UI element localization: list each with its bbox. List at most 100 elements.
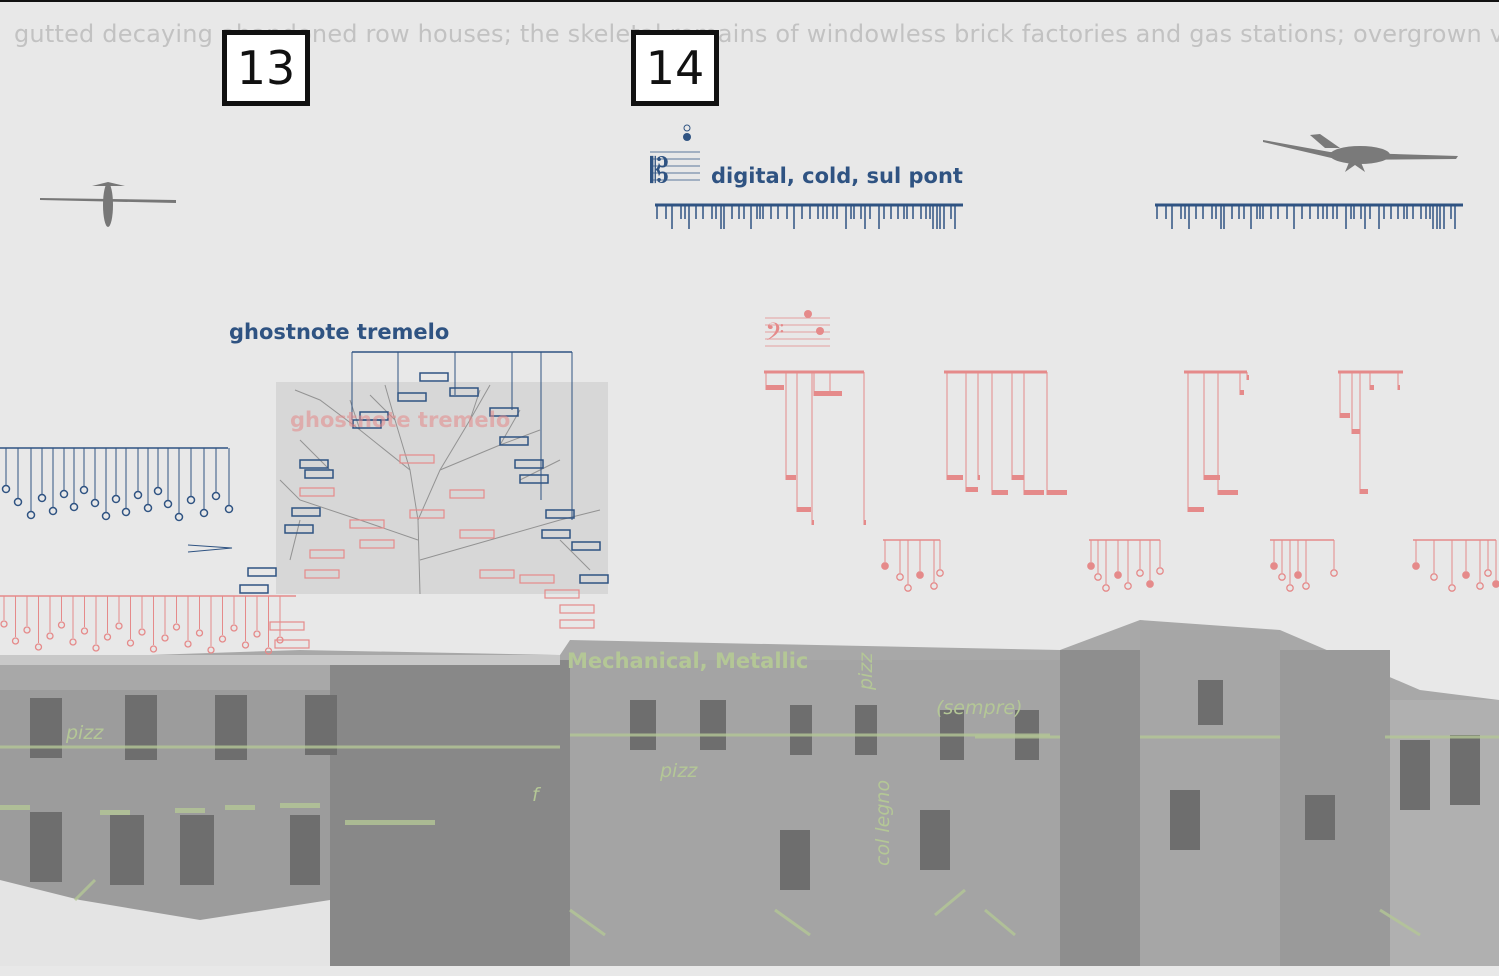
notehead xyxy=(1412,562,1420,570)
notehead xyxy=(115,622,123,630)
green-mark xyxy=(225,805,255,810)
notehead xyxy=(1302,582,1310,590)
notehead xyxy=(881,562,889,570)
pizz-marking: pizz xyxy=(660,760,698,782)
bar-mark xyxy=(1240,390,1244,395)
notehead xyxy=(1114,571,1122,579)
notehead xyxy=(218,635,227,643)
tremolo-box xyxy=(545,509,575,519)
notehead xyxy=(174,512,184,522)
notehead xyxy=(143,503,153,513)
ghost-box xyxy=(559,619,595,629)
notehead xyxy=(1094,573,1102,581)
green-stroke xyxy=(73,878,97,902)
tremolo-box xyxy=(571,541,601,551)
tremolo-box xyxy=(579,574,609,584)
notehead xyxy=(1476,582,1484,590)
notehead xyxy=(23,626,31,634)
green-stroke xyxy=(774,908,811,937)
tremolo-box xyxy=(499,436,529,446)
notehead xyxy=(149,645,158,653)
notehead xyxy=(1430,573,1438,581)
decrescendo-hairpin xyxy=(187,544,233,553)
notehead xyxy=(26,510,36,520)
ghost-box xyxy=(399,454,435,464)
green-stroke xyxy=(569,908,606,937)
notehead xyxy=(896,573,904,581)
notehead xyxy=(0,620,8,628)
notehead xyxy=(59,489,69,499)
notehead xyxy=(46,632,54,640)
notehead xyxy=(1136,569,1144,577)
bar-mark xyxy=(978,475,980,480)
notehead xyxy=(1270,562,1278,570)
tremolo-box xyxy=(397,392,427,402)
bar-mark xyxy=(947,475,963,480)
bass-clef-icon: 𝄢 xyxy=(765,318,784,353)
bar-mark xyxy=(1398,385,1400,390)
notehead xyxy=(11,637,20,645)
notehead xyxy=(1,484,11,494)
tremolo-box xyxy=(304,469,334,479)
notehead xyxy=(241,641,250,649)
notehead xyxy=(1146,580,1154,588)
tremolo-box xyxy=(299,459,329,469)
green-stroke xyxy=(984,908,1016,937)
performance-note-mechanical: Mechanical, Metallic xyxy=(567,649,809,673)
notehead xyxy=(1484,569,1492,577)
dynamic-marking: f xyxy=(532,784,539,806)
performance-note-viola: digital, cold, sul pont xyxy=(711,164,963,188)
performance-note-sempre: (sempre) xyxy=(936,697,1023,719)
notehead xyxy=(1448,584,1456,592)
green-mark xyxy=(175,808,205,813)
tremolo-box xyxy=(514,459,544,469)
bar-mark xyxy=(1188,507,1204,512)
notehead xyxy=(126,639,135,647)
alto-clef-icon: 𝄡 xyxy=(650,151,669,191)
ghost-box xyxy=(459,529,495,539)
ghost-box xyxy=(449,489,485,499)
green-mark xyxy=(100,810,130,815)
ghost-box xyxy=(299,487,335,497)
bar-mark xyxy=(766,385,784,390)
tremolo-box xyxy=(519,474,549,484)
notehead xyxy=(138,628,146,636)
notehead xyxy=(1124,582,1132,590)
notehead xyxy=(253,630,261,638)
notehead xyxy=(37,493,47,503)
green-stroke xyxy=(934,888,966,917)
ghost-box xyxy=(349,519,385,529)
notehead xyxy=(199,508,209,518)
notehead xyxy=(103,633,112,641)
notehead xyxy=(930,582,938,590)
notehead xyxy=(111,494,121,504)
notehead xyxy=(101,511,111,521)
bar-mark xyxy=(992,490,1008,495)
bar-mark xyxy=(812,520,814,525)
tremolo-box xyxy=(284,524,314,534)
notehead xyxy=(936,569,944,577)
tremolo-box xyxy=(291,507,321,517)
notehead xyxy=(1286,584,1294,592)
notehead xyxy=(816,327,824,335)
notehead xyxy=(121,507,131,517)
ghost-box xyxy=(559,604,595,614)
bar-mark xyxy=(786,475,796,480)
notehead xyxy=(207,646,215,654)
notehead xyxy=(683,133,691,141)
notehead xyxy=(211,491,221,501)
ghost-box xyxy=(519,574,555,584)
bar-mark xyxy=(797,507,811,512)
notehead xyxy=(184,640,192,648)
notehead xyxy=(90,498,100,508)
green-mark xyxy=(345,820,435,825)
ghost-box xyxy=(274,639,310,649)
notehead xyxy=(153,486,163,496)
notehead xyxy=(69,638,77,646)
notehead xyxy=(916,571,924,579)
notehead xyxy=(79,485,89,495)
notehead xyxy=(186,495,196,505)
notehead xyxy=(34,643,43,651)
notehead xyxy=(1156,567,1164,575)
bar-mark xyxy=(1047,490,1067,495)
